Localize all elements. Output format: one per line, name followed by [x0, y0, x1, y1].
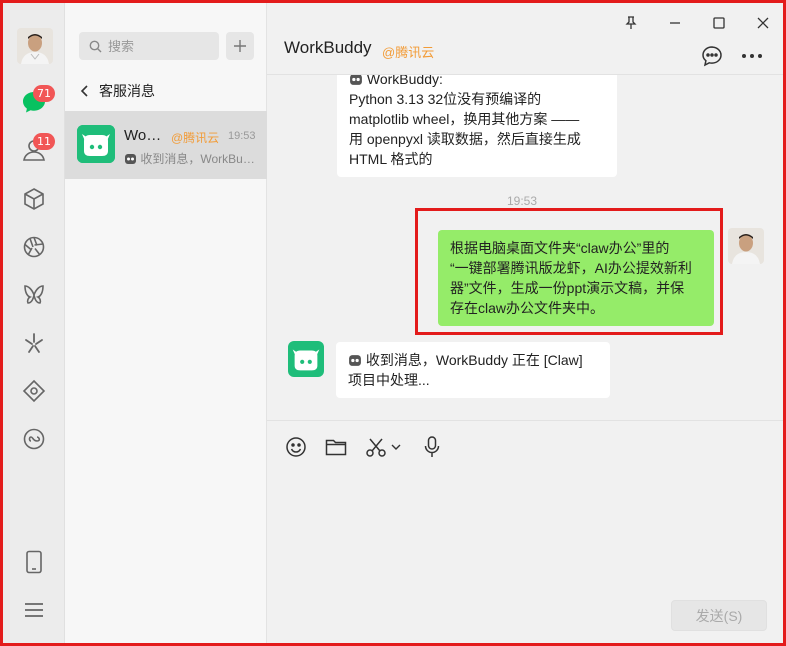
diamond-icon[interactable]	[17, 374, 51, 408]
chat-badge: 71	[33, 85, 55, 102]
conversation-time: 19:53	[228, 130, 256, 142]
menu-icon[interactable]	[17, 593, 51, 627]
message-text: 根据电脑桌面文件夹“claw办公”里的	[450, 240, 670, 256]
back-to-service-messages[interactable]: 客服消息	[79, 81, 155, 101]
conversation-org: @腾讯云	[171, 131, 220, 145]
chat-header: WorkBuddy @腾讯云	[267, 3, 783, 75]
message-text: 用 openpyxl 读取数据，然后直接生成	[349, 131, 581, 147]
message-text: matplotlib wheel，换用其他方案 ——	[349, 111, 580, 127]
bot-message-avatar[interactable]	[288, 341, 324, 377]
contacts-badge: 11	[33, 133, 55, 150]
plus-icon	[234, 40, 246, 52]
chat-title-org: @腾讯云	[382, 45, 435, 60]
robot-emoji-icon	[350, 75, 362, 85]
add-button[interactable]	[226, 32, 254, 60]
bot-message: WorkBuddy: Python 3.13 32位没有预编译的 matplot…	[337, 75, 617, 177]
more-options-icon[interactable]	[740, 44, 764, 68]
phone-icon[interactable]	[17, 545, 51, 579]
user-message: 根据电脑桌面文件夹“claw办公”里的 “一键部署腾讯版龙虾，AI办公提效新利 …	[438, 230, 714, 326]
message-text: “一键部署腾讯版龙虾，AI办公提效新利	[450, 260, 692, 276]
message-text: Python 3.13 32位没有预编译的	[349, 91, 542, 107]
send-button[interactable]: 发送(S)	[671, 600, 767, 631]
bot-avatar	[77, 125, 115, 163]
chevron-left-icon	[80, 85, 88, 97]
robot-emoji-icon	[125, 154, 136, 164]
search-icon	[89, 40, 102, 52]
close-icon[interactable]	[753, 13, 773, 33]
chat-pane: WorkBuddy @腾讯云 WorkBuddy: Python 3.13 32…	[267, 3, 783, 643]
message-list: WorkBuddy: Python 3.13 32位没有预编译的 matplot…	[267, 75, 783, 420]
pin-icon[interactable]	[621, 13, 641, 33]
robot-emoji-icon	[349, 355, 361, 366]
bot-message: 收到消息，WorkBuddy 正在 [Claw] 项目中处理...	[336, 342, 610, 398]
search-input[interactable]	[108, 38, 208, 54]
message-text: 收到消息，WorkBuddy 正在 [Claw]	[365, 352, 583, 368]
message-text: 项目中处理...	[348, 372, 430, 388]
message-text: 存在claw办公文件夹中。	[450, 300, 605, 316]
preview-text: 收到消息，WorkBuddy 正在 [Claw] 项目中处理...	[140, 152, 259, 166]
nav-rail: 71 11	[3, 3, 65, 643]
conversation-list-pane: 客服消息 WorkBuddy @腾讯云 19:53 收到消息，WorkBuddy…	[65, 3, 267, 643]
conversation-preview: 收到消息，WorkBuddy 正在 [Claw] 项目中处理...	[124, 150, 259, 167]
message-text: WorkBuddy:	[366, 75, 443, 87]
microphone-icon[interactable]	[420, 435, 444, 459]
cube-icon[interactable]	[17, 182, 51, 216]
emoji-icon[interactable]	[284, 435, 308, 459]
message-text: HTML 格式的	[349, 151, 433, 167]
search-box[interactable]	[79, 32, 219, 60]
back-label: 客服消息	[99, 83, 155, 99]
miniprogram-icon[interactable]	[17, 422, 51, 456]
user-message-avatar[interactable]	[728, 228, 764, 264]
user-avatar[interactable]	[17, 28, 53, 64]
conversation-name: WorkBuddy	[124, 127, 166, 144]
folder-icon[interactable]	[324, 435, 348, 459]
sparkle-icon[interactable]	[17, 326, 51, 360]
message-text: 器”文件，生成一份ppt演示文稿，并保	[450, 280, 685, 296]
butterfly-icon[interactable]	[17, 278, 51, 312]
message-timestamp: 19:53	[507, 194, 538, 208]
minimize-icon[interactable]	[665, 13, 685, 33]
aperture-icon[interactable]	[17, 230, 51, 264]
chevron-down-icon[interactable]	[388, 435, 404, 459]
screenshot-scissors-icon[interactable]	[364, 435, 388, 459]
message-composer[interactable]: 发送(S)	[267, 420, 783, 643]
chat-bubble-icon[interactable]	[700, 44, 724, 68]
app-window: 71 11 搜索 客服消息 Work @腾讯云 19:53 收到消息，WorkB…	[0, 0, 786, 646]
chat-title: WorkBuddy	[284, 38, 372, 57]
conversation-item-workbuddy[interactable]: WorkBuddy @腾讯云 19:53 收到消息，WorkBuddy 正在 […	[65, 111, 267, 179]
maximize-icon[interactable]	[709, 13, 729, 33]
